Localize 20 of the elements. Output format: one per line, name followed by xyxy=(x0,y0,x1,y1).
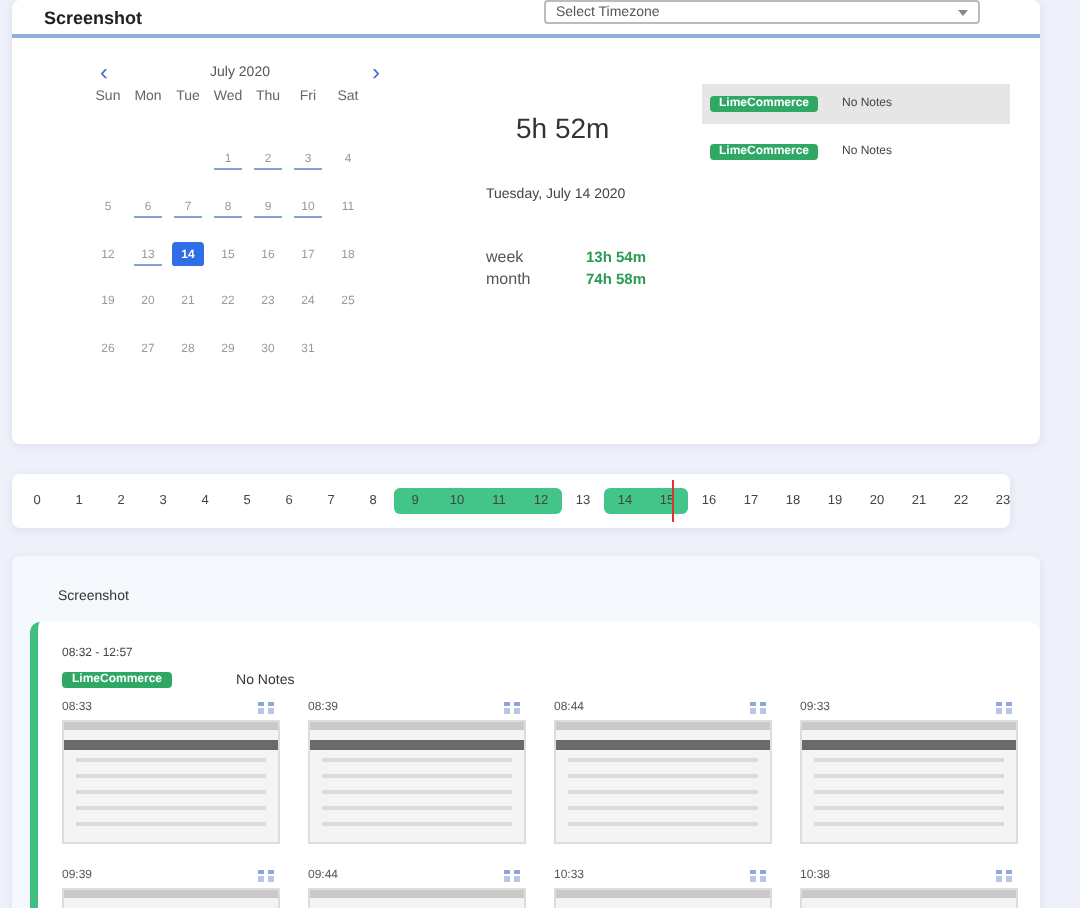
activity-icon[interactable] xyxy=(996,702,1014,714)
stat-label: month xyxy=(486,270,533,288)
activity-icon[interactable] xyxy=(258,702,276,714)
previous-month-button[interactable]: ‹ xyxy=(100,60,108,84)
caret-icon xyxy=(958,9,968,15)
activity-icon[interactable] xyxy=(258,870,276,882)
screenshot-placeholder[interactable] xyxy=(800,720,1018,844)
screenshot-placeholder[interactable] xyxy=(62,720,280,844)
activity-icon[interactable] xyxy=(504,702,522,714)
activity-icon[interactable] xyxy=(750,870,768,882)
activity-icon[interactable] xyxy=(504,870,522,882)
activity-icon[interactable] xyxy=(750,702,768,714)
activity-icon[interactable] xyxy=(996,870,1014,882)
next-month-button[interactable]: › xyxy=(372,60,380,84)
total-time: 5h 52m xyxy=(516,112,612,144)
screenshot-placeholder[interactable] xyxy=(308,720,526,844)
section-title: Screenshot xyxy=(44,7,143,27)
screenshot-placeholder[interactable] xyxy=(554,720,772,844)
current-time-marker xyxy=(672,480,674,522)
stat-label: week xyxy=(486,248,526,266)
